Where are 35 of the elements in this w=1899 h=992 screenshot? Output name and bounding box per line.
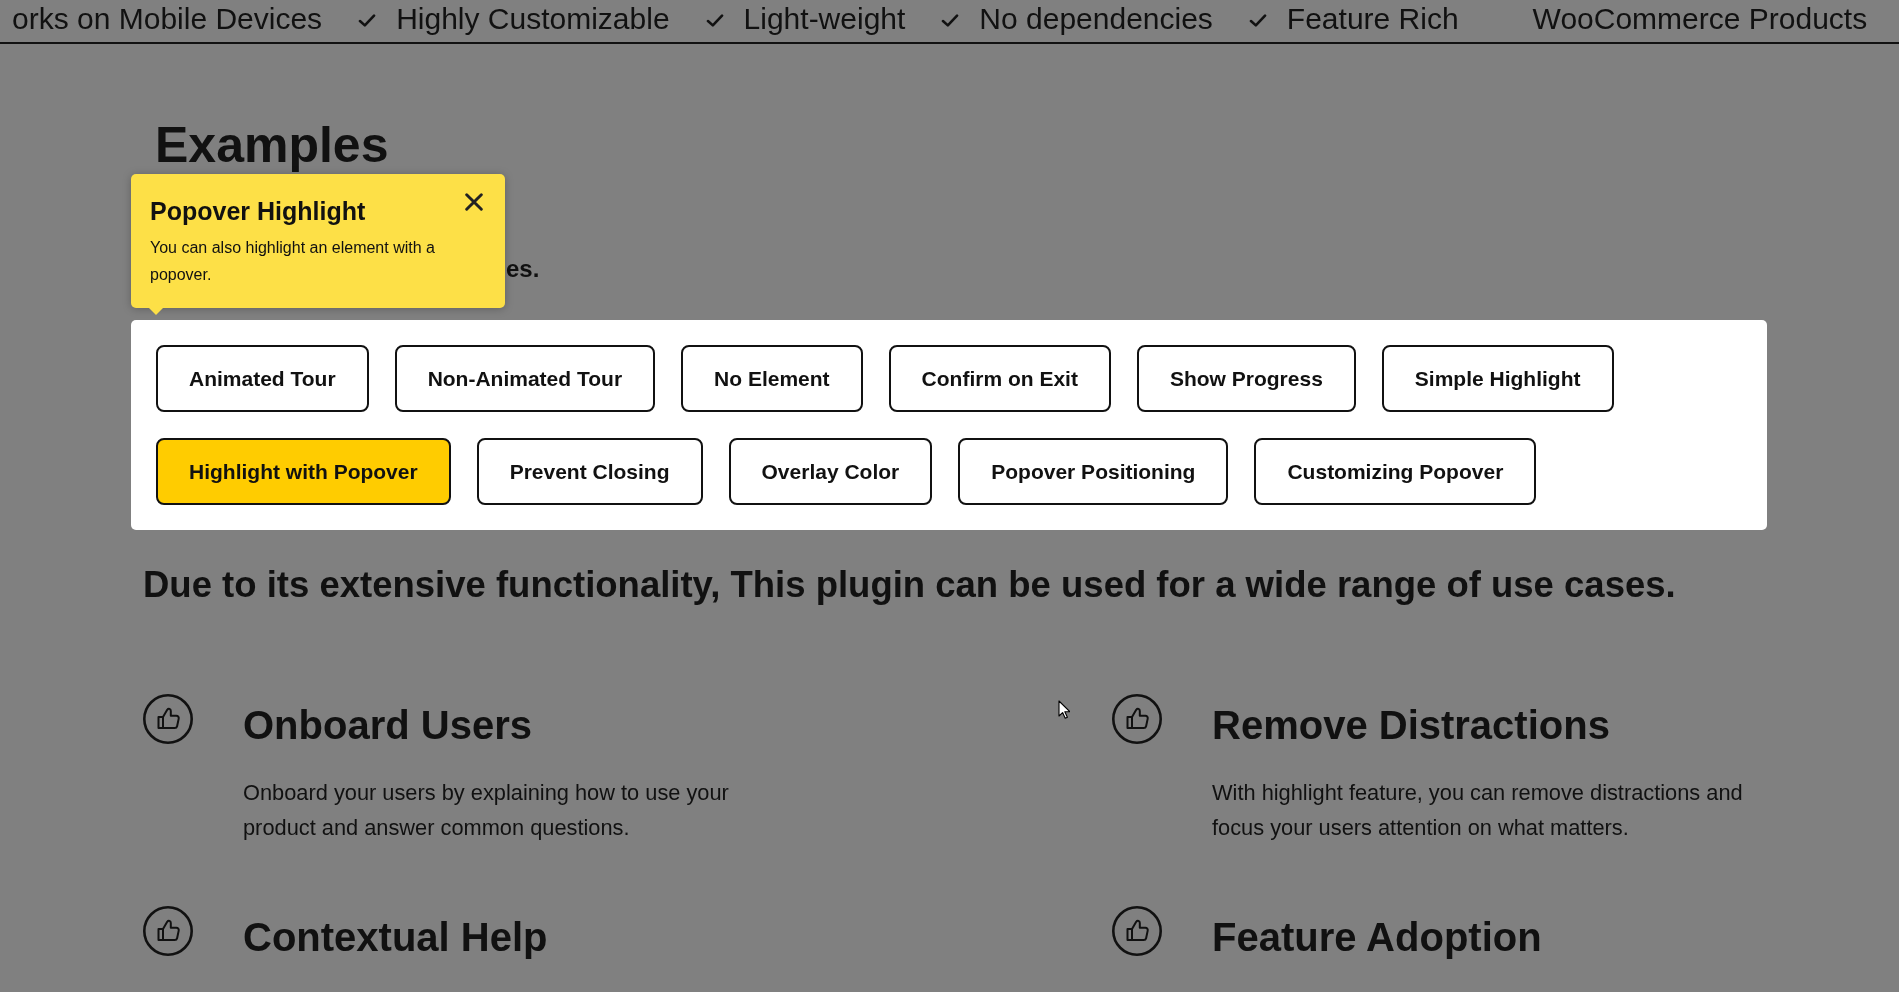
use-cases-heading: Due to its extensive functionality, This plugin can be used for a wide range of use cases. [143, 563, 1677, 607]
demo-button[interactable]: Overlay Color [728, 438, 933, 505]
demo-button[interactable]: Non-Animated Tour [394, 345, 656, 412]
popover-text: You can also highlight an element with a popover. [150, 238, 436, 285]
close-button[interactable] [465, 193, 483, 211]
demo-button[interactable]: No Element [681, 345, 863, 412]
ticker-text: Feature Rich [1286, 2, 1459, 36]
demo-button[interactable]: Confirm on Exit [888, 345, 1111, 412]
thumbs-up-icon [1112, 694, 1162, 744]
thumbs-up-icon [143, 694, 193, 744]
feature-title: Remove Distractions [1212, 702, 1611, 749]
demo-button[interactable]: Simple Highlight [1381, 345, 1614, 412]
ticker-text: WooCommerce Products [1532, 2, 1868, 36]
demo-button[interactable]: Highlight with Popover [156, 438, 451, 505]
ticker-text: No dependencies [979, 2, 1213, 36]
thumbs-up-icon [1112, 906, 1162, 956]
feature-description: With highlight feature, you can remove distractions and focus your users attention on what matters. [1212, 779, 1744, 842]
feature-description: Onboard your users by explaining how to use your product and answer common questions. [243, 779, 730, 842]
ticker-text: Light-weight [743, 2, 906, 36]
ticker-text: Highly Customizable [396, 2, 670, 36]
examples-heading: Examples [155, 120, 390, 170]
feature-title: Feature Adoption [1212, 914, 1542, 961]
demo-button[interactable]: Customizing Popover [1254, 438, 1537, 505]
popover-title: Popover Highlight [150, 196, 366, 226]
mouse-pointer-icon [1058, 700, 1070, 719]
demo-button[interactable]: Prevent Closing [476, 438, 703, 505]
examples-subtitle: es. [506, 255, 540, 282]
feature-title: Onboard Users [243, 702, 533, 749]
thumbs-up-icon [143, 906, 193, 956]
ticker-text: orks on Mobile Devices [12, 2, 323, 36]
demo-button[interactable]: Popover Positioning [958, 438, 1229, 505]
feature-title: Contextual Help [243, 914, 548, 961]
close-icon [465, 193, 483, 211]
demo-button[interactable]: Show Progress [1136, 345, 1356, 412]
demo-button[interactable]: Animated Tour [156, 345, 369, 412]
